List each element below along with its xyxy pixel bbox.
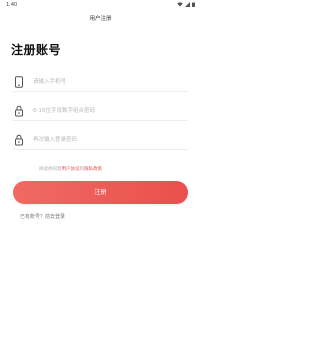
phone-icon xyxy=(15,76,23,88)
password-input[interactable]: 6-16位字母数字组合密码 xyxy=(33,106,95,116)
phone-field[interactable]: 请输入手机号 xyxy=(13,73,188,92)
user-agreement-link[interactable]: 用户协议 xyxy=(62,167,80,172)
signal-icon xyxy=(185,2,190,7)
header: 用户注册 xyxy=(0,10,201,28)
status-time: 1:40 xyxy=(6,2,18,8)
status-icons xyxy=(177,2,195,7)
privacy-policy-link[interactable]: 隐私政策 xyxy=(84,167,102,172)
register-button[interactable]: 注册 xyxy=(13,181,188,204)
confirm-password-input[interactable]: 再次输入登录密码 xyxy=(33,135,77,145)
confirm-password-field[interactable]: 再次输入登录密码 xyxy=(13,131,188,150)
agreement-prefix: 阅读并同意 xyxy=(39,167,62,172)
page-title: 注册账号 xyxy=(11,43,62,57)
phone-input[interactable]: 请输入手机号 xyxy=(33,77,66,87)
lock-icon xyxy=(15,134,23,146)
status-bar: 1:40 xyxy=(0,0,201,10)
header-title: 用户注册 xyxy=(89,16,112,22)
battery-icon xyxy=(192,2,195,7)
lock-icon xyxy=(15,105,23,117)
login-link[interactable]: 已有账号？前去登录 xyxy=(20,213,65,220)
password-field[interactable]: 6-16位字母数字组合密码 xyxy=(13,102,188,121)
agreement-text: 阅读并同意用户协议和隐私政策 xyxy=(39,166,102,172)
wifi-icon xyxy=(177,2,183,7)
